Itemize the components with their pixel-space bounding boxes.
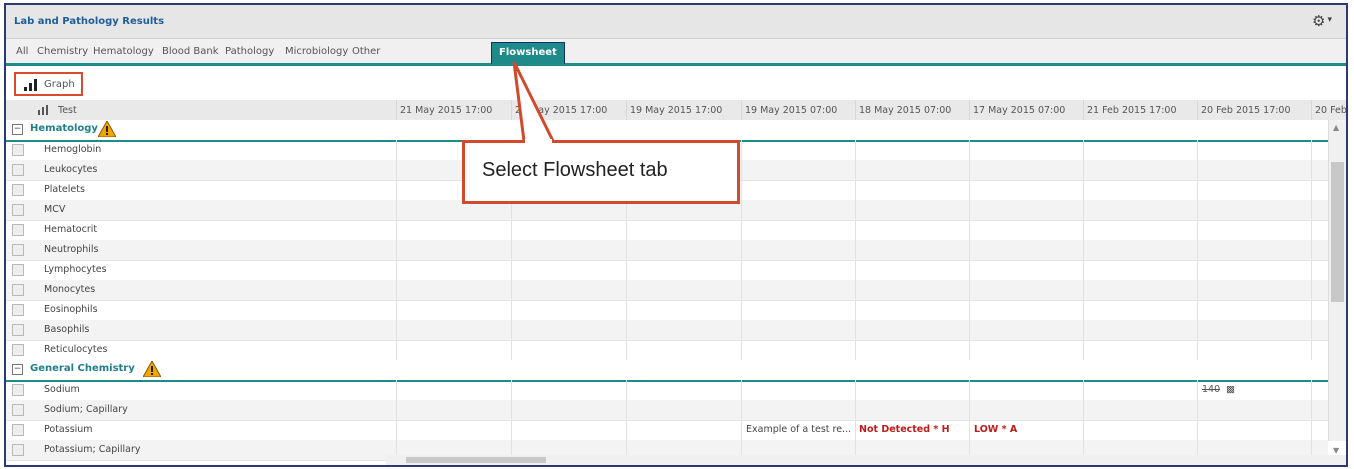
test-name: Basophils	[44, 324, 90, 335]
date-column-header[interactable]: 20 Feb 2015 17:00	[1201, 105, 1291, 116]
horizontal-scroll-thumb[interactable]	[406, 457, 546, 463]
date-column-header[interactable]: 20 May 2015 17:00	[515, 105, 607, 116]
result-value-abnormal[interactable]: LOW * A	[974, 424, 1017, 435]
tab-bar: All Chemistry Hematology Blood Bank Path…	[6, 39, 1346, 66]
row-checkbox[interactable]	[12, 384, 24, 396]
tab-chemistry[interactable]: Chemistry	[37, 46, 88, 57]
row-checkbox[interactable]	[12, 304, 24, 316]
row-checkbox[interactable]	[12, 324, 24, 336]
date-column-header[interactable]: 21 May 2015 17:00	[400, 105, 492, 116]
collapse-icon[interactable]: −	[12, 364, 23, 375]
collapse-icon[interactable]: −	[12, 124, 23, 135]
toolbar: Graph	[6, 66, 1346, 100]
date-column-header[interactable]: 17 May 2015 07:00	[973, 105, 1065, 116]
comment-icon[interactable]: ▩	[1226, 384, 1235, 395]
table-row[interactable]: Reticulocytes	[6, 340, 1328, 361]
test-name: Eosinophils	[44, 304, 98, 315]
date-column-header[interactable]: 19 May 2015 07:00	[745, 105, 837, 116]
result-value-abnormal[interactable]: Not Detected * H	[859, 424, 950, 435]
row-checkbox[interactable]	[12, 224, 24, 236]
test-name: Lymphocytes	[44, 264, 107, 275]
test-name: Potassium	[44, 424, 93, 435]
table-row[interactable]: Monocytes	[6, 280, 1328, 301]
callout-text: Select Flowsheet tab	[482, 159, 668, 181]
test-name: Reticulocytes	[44, 344, 108, 355]
test-name: Sodium	[44, 384, 80, 395]
scroll-down-icon[interactable]: ▼	[1333, 446, 1339, 455]
table-row[interactable]: Neutrophils	[6, 240, 1328, 261]
test-column-header[interactable]: Test	[58, 105, 77, 116]
column-chooser-icon[interactable]	[38, 105, 48, 115]
row-checkbox[interactable]	[12, 244, 24, 256]
table-row[interactable]: Potassium Example of a test re... Not Dete…	[6, 420, 1328, 441]
warning-icon	[141, 359, 162, 378]
scroll-up-icon[interactable]: ▲	[1333, 123, 1339, 132]
test-name: Platelets	[44, 184, 85, 195]
row-checkbox[interactable]	[12, 344, 24, 356]
group-label: Hematology	[30, 123, 98, 134]
result-value[interactable]: 140	[1202, 384, 1220, 395]
row-checkbox[interactable]	[12, 264, 24, 276]
date-column-header[interactable]: 20 Feb 2	[1315, 105, 1346, 116]
row-checkbox[interactable]	[12, 444, 24, 456]
test-name: Sodium; Capillary	[44, 404, 128, 415]
settings-menu-button[interactable]: ⚙ ▾	[1312, 12, 1332, 30]
table-row[interactable]: Hematocrit	[6, 220, 1328, 241]
date-column-header[interactable]: 19 May 2015 17:00	[630, 105, 722, 116]
date-column-header[interactable]: 18 May 2015 07:00	[859, 105, 951, 116]
group-label: General Chemistry	[30, 363, 135, 374]
graph-button-label: Graph	[44, 79, 75, 90]
panel-title: Lab and Pathology Results	[14, 16, 165, 27]
bar-chart-icon	[24, 79, 37, 91]
tab-all[interactable]: All	[16, 46, 28, 57]
table-row[interactable]: Lymphocytes	[6, 260, 1328, 281]
tab-other[interactable]: Other	[352, 46, 380, 57]
lab-results-panel: Lab and Pathology Results ⚙ ▾ All Chemist…	[4, 3, 1348, 467]
row-checkbox[interactable]	[12, 424, 24, 436]
test-name: Monocytes	[44, 284, 96, 295]
table-row[interactable]: Sodium; Capillary	[6, 400, 1328, 421]
vertical-scrollbar[interactable]: ▲ ▼	[1328, 120, 1346, 455]
row-checkbox[interactable]	[12, 204, 24, 216]
tab-microbiology[interactable]: Microbiology	[285, 46, 348, 57]
date-column-header[interactable]: 21 Feb 2015 17:00	[1087, 105, 1177, 116]
row-checkbox[interactable]	[12, 404, 24, 416]
callout-box: Select Flowsheet tab	[462, 140, 740, 204]
tab-pathology[interactable]: Pathology	[225, 46, 274, 57]
test-name: Potassium; Capillary	[44, 444, 141, 455]
test-name: Neutrophils	[44, 244, 99, 255]
grid-header: Test 21 May 2015 17:00 20 May 2015 17:00…	[6, 100, 1346, 121]
warning-icon	[97, 119, 117, 138]
horizontal-scrollbar[interactable]	[386, 455, 1346, 465]
chevron-down-icon: ▾	[1327, 15, 1332, 25]
test-name: Leukocytes	[44, 164, 98, 175]
test-name: Hematocrit	[44, 224, 98, 235]
row-checkbox[interactable]	[12, 164, 24, 176]
test-name: Hemoglobin	[44, 144, 102, 155]
test-name: MCV	[44, 204, 66, 215]
row-checkbox[interactable]	[12, 284, 24, 296]
graph-button[interactable]: Graph	[14, 72, 83, 96]
table-row[interactable]: Eosinophils	[6, 300, 1328, 321]
table-row[interactable]: Sodium 140 ▩	[6, 380, 1328, 401]
table-row[interactable]: Basophils	[6, 320, 1328, 341]
title-bar: Lab and Pathology Results ⚙ ▾	[6, 5, 1346, 39]
result-value[interactable]: Example of a test re...	[746, 424, 851, 435]
row-checkbox[interactable]	[12, 144, 24, 156]
tab-flowsheet[interactable]: Flowsheet	[491, 42, 565, 64]
group-header[interactable]: − Hematology	[6, 119, 1328, 142]
scroll-thumb[interactable]	[1331, 162, 1344, 302]
group-header[interactable]: − General Chemistry	[6, 359, 1328, 382]
tab-blood-bank[interactable]: Blood Bank	[162, 46, 219, 57]
tab-hematology[interactable]: Hematology	[93, 46, 154, 57]
row-checkbox[interactable]	[12, 184, 24, 196]
gear-icon: ⚙	[1312, 12, 1326, 30]
